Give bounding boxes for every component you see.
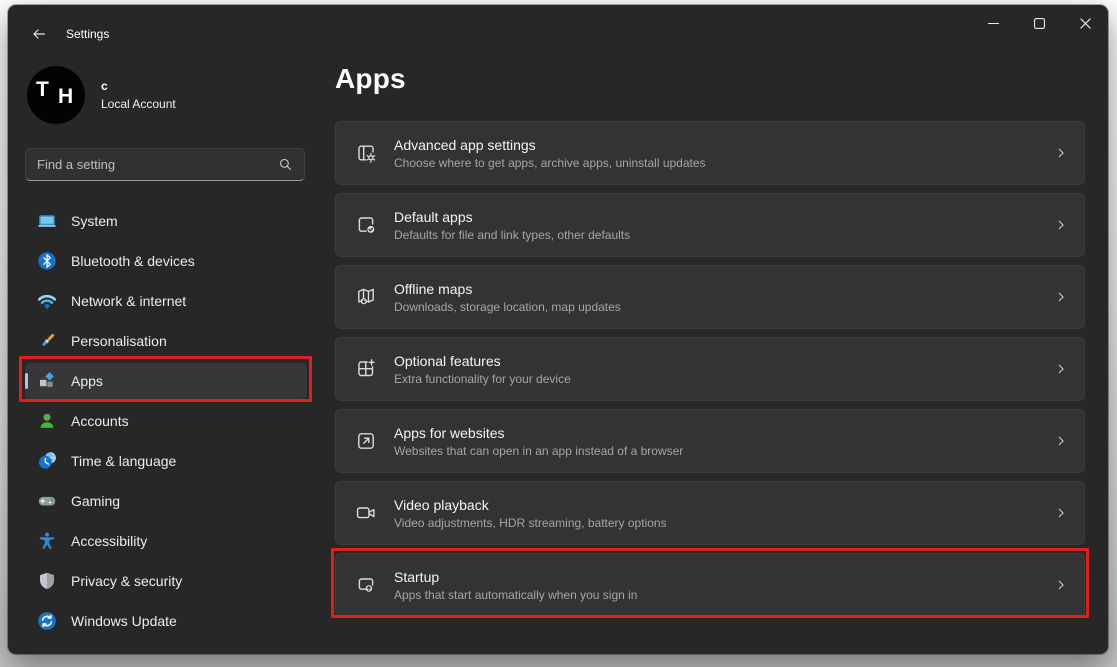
sidebar-item-privacy-security[interactable]: Privacy & security xyxy=(25,563,307,599)
row-title: Advanced app settings xyxy=(394,137,1054,153)
account-card[interactable]: T H c Local Account xyxy=(25,63,307,127)
search-placeholder: Find a setting xyxy=(37,157,278,172)
page-title: Apps xyxy=(335,63,406,95)
row-title: Startup xyxy=(394,569,1054,585)
row-title: Default apps xyxy=(394,209,1054,225)
row-subtitle: Downloads, storage location, map updates xyxy=(394,300,1054,314)
offline-maps-icon xyxy=(354,285,378,309)
startup-icon xyxy=(354,573,378,597)
video-playback-icon xyxy=(354,501,378,525)
row-subtitle: Choose where to get apps, archive apps, … xyxy=(394,156,1054,170)
row-subtitle: Websites that can open in an app instead… xyxy=(394,444,1054,458)
privacy-security-icon xyxy=(37,571,57,591)
settings-row-optional-features[interactable]: Optional features Extra functionality fo… xyxy=(335,337,1085,401)
settings-row-startup[interactable]: Startup Apps that start automatically wh… xyxy=(335,553,1085,617)
sidebar-item-label: Apps xyxy=(71,373,103,389)
personalisation-icon xyxy=(37,331,57,351)
row-title: Apps for websites xyxy=(394,425,1054,441)
sidebar-item-apps[interactable]: Apps xyxy=(25,363,307,399)
row-title: Video playback xyxy=(394,497,1054,513)
back-button[interactable] xyxy=(24,22,54,46)
network-icon xyxy=(37,291,57,311)
sidebar-item-label: Network & internet xyxy=(71,293,186,309)
sidebar-nav: System Bluetooth & devices Network & int… xyxy=(25,203,307,639)
accounts-icon xyxy=(37,411,57,431)
avatar-initial: H xyxy=(58,85,73,109)
advanced-app-settings-icon xyxy=(354,141,378,165)
close-button[interactable] xyxy=(1062,5,1108,41)
app-title: Settings xyxy=(66,27,109,41)
sidebar-item-label: Personalisation xyxy=(71,333,167,349)
chevron-right-icon xyxy=(1054,362,1068,376)
sidebar-item-label: Accounts xyxy=(71,413,129,429)
sidebar-item-windows-update[interactable]: Windows Update xyxy=(25,603,307,639)
chevron-right-icon xyxy=(1054,506,1068,520)
optional-features-icon xyxy=(354,357,378,381)
row-title: Offline maps xyxy=(394,281,1054,297)
account-type: Local Account xyxy=(101,97,176,111)
minimize-icon xyxy=(988,18,999,29)
system-icon xyxy=(37,211,57,231)
row-subtitle: Video adjustments, HDR streaming, batter… xyxy=(394,516,1054,530)
apps-for-websites-icon xyxy=(354,429,378,453)
row-title: Optional features xyxy=(394,353,1054,369)
sidebar-item-label: System xyxy=(71,213,118,229)
maximize-icon xyxy=(1034,18,1045,29)
settings-window: Settings T H c Local Account Find a sett… xyxy=(8,5,1108,654)
row-subtitle: Extra functionality for your device xyxy=(394,372,1054,386)
settings-row-advanced-app-settings[interactable]: Advanced app settings Choose where to ge… xyxy=(335,121,1085,185)
settings-row-apps-for-websites[interactable]: Apps for websites Websites that can open… xyxy=(335,409,1085,473)
account-name: c xyxy=(101,79,176,93)
sidebar-item-time-language[interactable]: Time & language xyxy=(25,443,307,479)
minimize-button[interactable] xyxy=(970,5,1016,41)
time-language-icon xyxy=(37,451,57,471)
sidebar-item-network-internet[interactable]: Network & internet xyxy=(25,283,307,319)
search-icon xyxy=(278,157,293,172)
sidebar-item-system[interactable]: System xyxy=(25,203,307,239)
windows-update-icon xyxy=(37,611,57,631)
default-apps-icon xyxy=(354,213,378,237)
sidebar-item-label: Accessibility xyxy=(71,533,147,549)
window-controls xyxy=(970,5,1108,41)
sidebar-item-label: Bluetooth & devices xyxy=(71,253,195,269)
sidebar-item-label: Windows Update xyxy=(71,613,177,629)
apps-icon xyxy=(37,371,57,391)
sidebar-item-bluetooth-devices[interactable]: Bluetooth & devices xyxy=(25,243,307,279)
back-arrow-icon xyxy=(31,26,47,42)
sidebar-item-label: Privacy & security xyxy=(71,573,182,589)
search-input[interactable]: Find a setting xyxy=(25,148,305,181)
settings-row-default-apps[interactable]: Default apps Defaults for file and link … xyxy=(335,193,1085,257)
sidebar-item-personalisation[interactable]: Personalisation xyxy=(25,323,307,359)
chevron-right-icon xyxy=(1054,218,1068,232)
annotation-box xyxy=(19,356,312,402)
row-subtitle: Defaults for file and link types, other … xyxy=(394,228,1054,242)
sidebar-item-gaming[interactable]: Gaming xyxy=(25,483,307,519)
sidebar-item-accounts[interactable]: Accounts xyxy=(25,403,307,439)
sidebar-item-label: Gaming xyxy=(71,493,120,509)
settings-row-video-playback[interactable]: Video playback Video adjustments, HDR st… xyxy=(335,481,1085,545)
chevron-right-icon xyxy=(1054,290,1068,304)
settings-row-offline-maps[interactable]: Offline maps Downloads, storage location… xyxy=(335,265,1085,329)
gaming-icon xyxy=(37,491,57,511)
avatar-initial: T xyxy=(36,78,49,102)
bluetooth-icon xyxy=(37,251,57,271)
accent-pill xyxy=(25,373,28,389)
chevron-right-icon xyxy=(1054,434,1068,448)
row-subtitle: Apps that start automatically when you s… xyxy=(394,588,1054,602)
sidebar: T H c Local Account Find a setting Syste… xyxy=(25,63,307,643)
sidebar-item-accessibility[interactable]: Accessibility xyxy=(25,523,307,559)
chevron-right-icon xyxy=(1054,578,1068,592)
sidebar-item-label: Time & language xyxy=(71,453,176,469)
avatar: T H xyxy=(27,66,85,124)
accessibility-icon xyxy=(37,531,57,551)
chevron-right-icon xyxy=(1054,146,1068,160)
settings-list: Advanced app settings Choose where to ge… xyxy=(335,121,1085,625)
close-icon xyxy=(1080,18,1091,29)
maximize-button[interactable] xyxy=(1016,5,1062,41)
